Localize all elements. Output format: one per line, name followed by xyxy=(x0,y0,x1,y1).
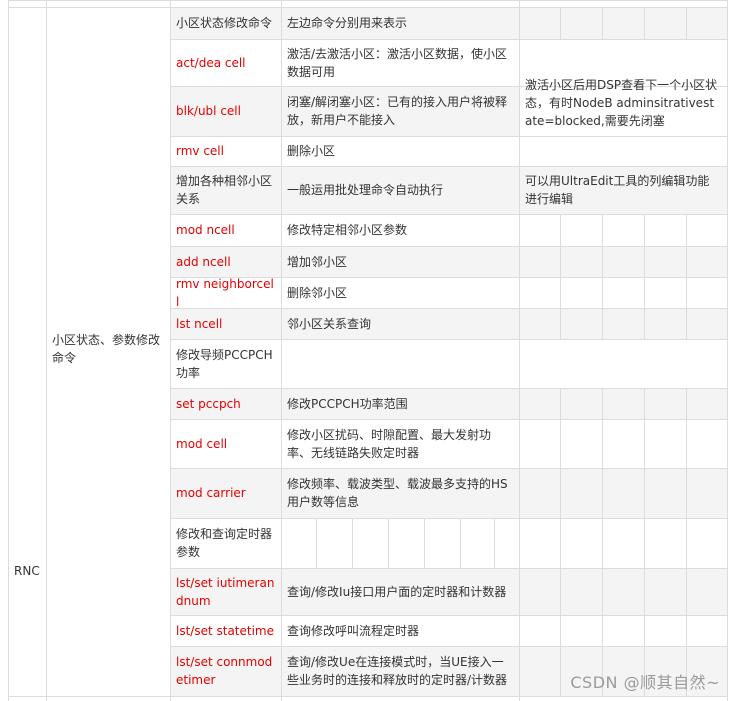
activation-note: 激活小区后用DSP查看下一个小区状态，有时NodeB adminsitrativ… xyxy=(525,77,718,128)
command-description: 修改特定相邻小区参数 xyxy=(287,223,408,237)
grid-line xyxy=(644,388,645,696)
command-name: mod carrier xyxy=(176,486,246,500)
command-description: 一般运用批处理命令自动执行 xyxy=(287,183,444,197)
command-name: add ncell xyxy=(176,254,231,269)
command-name: lst/set connmodetimer xyxy=(176,655,273,687)
rnc-label: RNC xyxy=(14,564,40,578)
table-bottom-border xyxy=(8,696,727,697)
command-description: 修改小区扰码、时隙配置、最大发射功率、无线链路失败定时器 xyxy=(287,427,492,460)
command-name: lst/set iutimerandnum xyxy=(176,575,275,608)
grid-line xyxy=(686,214,687,339)
command-name: mod cell xyxy=(176,436,228,451)
category-label: 小区状态、参数修改命令 xyxy=(52,333,161,365)
grid-line xyxy=(644,7,645,39)
grid-line xyxy=(602,214,603,339)
command-group-label: 增加各种相邻小区关系 xyxy=(176,174,273,206)
command-name: rmv neighborcell xyxy=(176,276,274,309)
column-divider xyxy=(727,0,728,701)
grid-line xyxy=(644,214,645,339)
command-description xyxy=(281,518,519,568)
command-name: mod ncell xyxy=(176,223,235,237)
command-name: lst ncell xyxy=(176,316,223,331)
command-description: 修改频率、载波类型、载波最多支持的HS用户数等信息 xyxy=(287,477,508,509)
command-description: 查询/修改Iu接口用户面的定时器和计数器 xyxy=(287,584,507,599)
command-name: rmv cell xyxy=(176,144,224,158)
grid-line xyxy=(560,214,561,339)
grid-line xyxy=(560,388,561,696)
command-name: lst/set statetime xyxy=(176,623,274,638)
grid-line xyxy=(686,388,687,696)
command-description: 查询修改呼叫流程定时器 xyxy=(287,623,420,638)
grid-line xyxy=(602,7,603,39)
command-description: 激活/去激活小区：激活小区数据，使小区数据可用 xyxy=(287,46,508,79)
table-top-border xyxy=(8,0,727,1)
header-divider xyxy=(8,7,170,8)
command-group-label: 小区状态修改命令 xyxy=(176,16,273,30)
command-name: blk/ubl cell xyxy=(176,104,241,118)
command-description: 删除邻小区 xyxy=(287,285,348,300)
command-description: 增加邻小区 xyxy=(287,254,348,269)
command-description: 查询/修改Ue在连接模式时，当UE接入一些业务时的连接和释放时的定时器/计数器 xyxy=(287,655,508,687)
command-name: set pccpch xyxy=(176,396,241,411)
grid-line xyxy=(602,388,603,696)
grid-line xyxy=(560,7,561,39)
ultraedit-note: 可以用UltraEdit工具的列编辑功能进行编辑 xyxy=(525,174,710,206)
command-description xyxy=(281,339,519,388)
grid-line xyxy=(686,7,687,39)
command-group-label: 修改和查询定时器参数 xyxy=(176,527,273,559)
csdn-watermark: CSDN @顺其自然~ xyxy=(570,673,720,692)
command-name: act/dea cell xyxy=(176,55,246,70)
command-description: 删除小区 xyxy=(287,144,336,158)
command-description: 修改PCCPCH功率范围 xyxy=(287,396,408,411)
command-group-label: 修改导频PCCPCH功率 xyxy=(176,347,273,380)
command-description: 闭塞/解闭塞小区：已有的接入用户将被释放，新用户不能接入 xyxy=(287,95,508,127)
command-description: 左边命令分别用来表示 xyxy=(287,16,408,30)
command-description: 邻小区关系查询 xyxy=(287,316,372,331)
